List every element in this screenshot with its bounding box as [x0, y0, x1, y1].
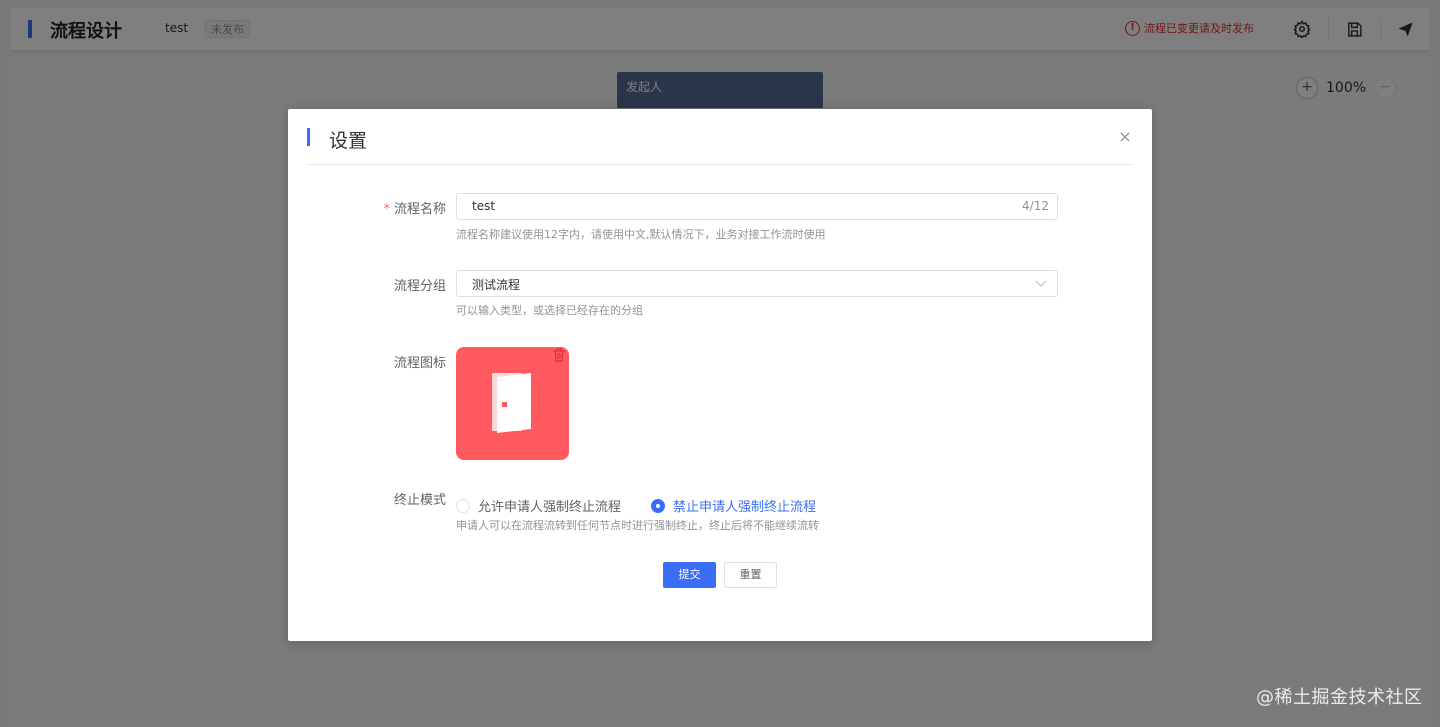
radio-label: 允许申请人强制终止流程 — [478, 500, 622, 515]
door-icon — [492, 373, 531, 433]
process-name-value: test — [472, 199, 496, 213]
group-value: 测试流程 — [472, 278, 521, 292]
dialog-divider — [307, 164, 1133, 165]
name-hint: 流程名称建议使用12字内，请使用中文,默认情况下，业务对接工作流时使用 — [456, 228, 826, 241]
close-icon[interactable]: × — [1117, 129, 1133, 145]
chevron-down-icon — [1035, 280, 1047, 287]
radio-allow-terminate[interactable]: 允许申请人强制终止流程 — [456, 496, 621, 515]
watermark: @稀土掘金技术社区 — [1256, 687, 1423, 708]
name-label: * 流程名称 — [383, 198, 446, 217]
end-mode-hint: 申请人可以在流程流转到任何节点时进行强制终止，终止后将不能继续流转 — [456, 519, 819, 532]
group-label: 流程分组 — [393, 279, 446, 294]
icon-label: 流程图标 — [393, 356, 446, 371]
group-hint: 可以输入类型，或选择已经存在的分组 — [456, 304, 643, 317]
group-select[interactable]: 测试流程 — [456, 270, 1058, 297]
delete-icon[interactable] — [552, 348, 566, 362]
radio-label: 禁止申请人强制终止流程 — [673, 500, 817, 515]
name-label-text: 流程名称 — [393, 202, 446, 217]
process-name-input[interactable]: test 4/12 — [456, 193, 1058, 220]
reset-button[interactable]: 重置 — [724, 562, 777, 588]
radio-forbid-terminate[interactable]: 禁止申请人强制终止流程 — [651, 496, 816, 515]
char-counter: 4/12 — [1022, 199, 1049, 213]
dialog-title: 设置 — [329, 130, 368, 152]
dialog-accent-bar — [307, 128, 310, 146]
process-icon-picker[interactable] — [456, 347, 569, 460]
settings-dialog: 设置 × * 流程名称 test 4/12 流程名称建议使用12字内，请使用中文,… — [288, 109, 1152, 641]
required-mark: * — [383, 202, 390, 217]
submit-button[interactable]: 提交 — [663, 562, 716, 588]
radio-button[interactable] — [651, 498, 665, 513]
radio-button[interactable] — [456, 498, 470, 513]
end-mode-label: 终止模式 — [393, 493, 446, 508]
